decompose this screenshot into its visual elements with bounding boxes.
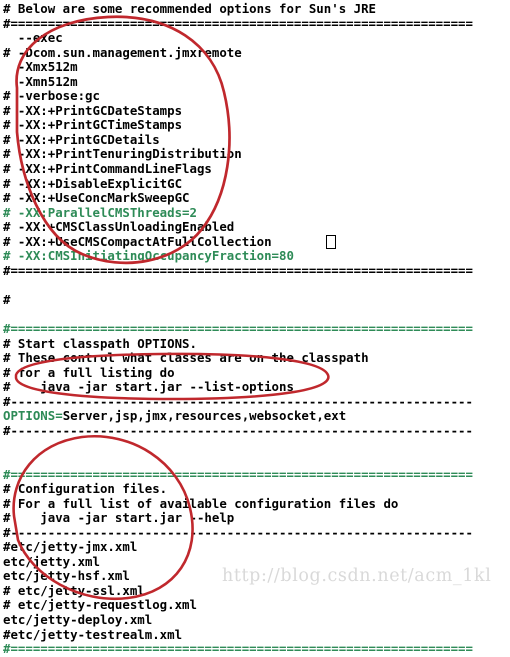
code-line[interactable]: # -XX:+PrintCommandLineFlags <box>3 161 510 177</box>
code-line[interactable]: # -XX:+UseConcMarkSweepGC <box>3 191 510 206</box>
code-line[interactable]: #---------------------------------------… <box>3 394 510 410</box>
code-line[interactable]: # -XX:+PrintGCDetails <box>3 132 510 148</box>
code-line[interactable]: # -XX:+CMSClassUnloadingEnabled <box>3 220 510 235</box>
code-line[interactable]: # -XX:+PrintTenuringDistribution <box>3 147 510 162</box>
code-line[interactable] <box>3 278 510 293</box>
code-line[interactable]: # for a full listing do <box>3 365 510 381</box>
code-line[interactable]: # Start classpath OPTIONS. <box>3 336 510 352</box>
options-value: Server,jsp,jmx,resources,websocket,ext <box>62 408 347 424</box>
code-line[interactable]: # -XX:+UseCMSCompactAtFullCollection <box>3 234 510 250</box>
code-line[interactable]: OPTIONS=Server,jsp,jmx,resources,websock… <box>3 409 510 424</box>
code-line[interactable]: # Below are some recommended options for… <box>3 1 510 17</box>
code-line[interactable]: #etc/jetty-jmx.xml <box>3 540 510 555</box>
code-line[interactable]: # java -jar start.jar --list-options <box>3 380 510 395</box>
code-line[interactable]: --exec <box>3 31 510 46</box>
text-cursor <box>325 235 337 249</box>
code-line[interactable]: # -XX:CMSInitiatingOccupancyFraction=80 <box>3 249 510 264</box>
code-line[interactable]: -Xmn512m <box>3 74 510 90</box>
code-line[interactable]: #etc/jetty-testrealm.xml <box>3 627 510 643</box>
code-line[interactable]: #=======================================… <box>3 16 510 32</box>
csdn-watermark: http://blog.csdn.net/acm_1kl <box>222 566 492 586</box>
code-line[interactable]: # -verbose:gc <box>3 89 510 104</box>
code-line[interactable]: #---------------------------------------… <box>3 525 510 541</box>
code-line[interactable]: # java -jar start.jar --help <box>3 511 510 526</box>
code-line[interactable]: # <box>3 292 510 308</box>
code-line[interactable] <box>3 438 510 453</box>
code-line[interactable]: #---------------------------------------… <box>3 423 510 439</box>
code-line[interactable]: #=======================================… <box>3 263 510 279</box>
code-line[interactable] <box>3 453 510 468</box>
code-line[interactable]: # -XX:ParallelCMSThreads=2 <box>3 205 510 221</box>
code-line[interactable] <box>3 307 510 322</box>
code-line[interactable]: # -XX:+PrintGCDateStamps <box>3 103 510 119</box>
code-line[interactable]: -Xmx512m <box>3 60 510 75</box>
code-line[interactable]: # etc/jetty-ssl.xml <box>3 583 510 599</box>
options-key: OPTIONS= <box>3 408 63 424</box>
code-line[interactable]: # -XX:+PrintGCTimeStamps <box>3 118 510 133</box>
code-line[interactable]: # For a full list of available configura… <box>3 496 510 512</box>
code-line[interactable]: #=======================================… <box>3 642 510 657</box>
code-lines-container[interactable]: # Below are some recommended options for… <box>3 1 510 657</box>
code-line[interactable]: #=======================================… <box>3 321 510 337</box>
text-editor-canvas[interactable]: # Below are some recommended options for… <box>0 0 510 656</box>
code-line[interactable]: # These control what classes are on the … <box>3 351 510 366</box>
code-line[interactable]: #=======================================… <box>3 467 510 483</box>
code-line[interactable]: etc/jetty-deploy.xml <box>3 612 510 628</box>
code-line[interactable]: # Configuration files. <box>3 481 510 497</box>
code-line[interactable]: # -Dcom.sun.management.jmxremote <box>3 45 510 61</box>
code-line[interactable]: # -XX:+DisableExplicitGC <box>3 176 510 192</box>
